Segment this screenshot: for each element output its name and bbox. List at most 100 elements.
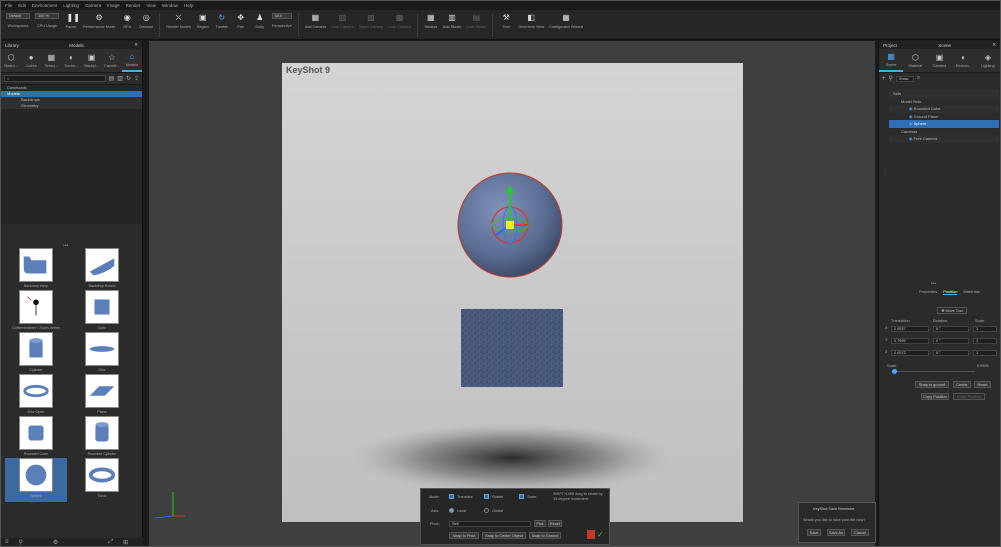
- menu-item-image[interactable]: Image: [107, 3, 120, 8]
- ribbon-button-denoise[interactable]: ◎ Denoise: [138, 13, 154, 39]
- tab-camera[interactable]: ▣ Camera: [927, 49, 951, 72]
- ribbon-button-reset-camera[interactable]: ▨ Reset Camera: [358, 13, 384, 39]
- model-thumb-rcube[interactable]: Rounded Cube: [5, 416, 67, 460]
- model-thumb-ring[interactable]: Disc Open: [5, 374, 67, 418]
- tab-scene[interactable]: ▦ Scene: [879, 49, 904, 72]
- ribbon-button-studios[interactable]: ▦ Studios: [423, 13, 439, 39]
- link-icon[interactable]: ⚲: [19, 539, 23, 546]
- workspace-dropdown[interactable]: Default: [6, 13, 30, 19]
- menu-item-lighting[interactable]: Lighting: [63, 3, 79, 8]
- rotate-checkbox[interactable]: [484, 494, 489, 499]
- grid-size-icon[interactable]: ⊞: [123, 539, 128, 546]
- model-thumb-cube[interactable]: Cube: [71, 290, 133, 334]
- ribbon-button-add-studio[interactable]: ▥ Add Studio: [442, 13, 463, 39]
- show-filter-dropdown[interactable]: Show: [895, 75, 914, 82]
- tab-colors[interactable]: ● Colors: [21, 49, 41, 72]
- ribbon-button-render-nodes[interactable]: ⛌ Render Nodes: [165, 13, 191, 39]
- tab-lighting[interactable]: ◈ Lighting: [976, 49, 1000, 72]
- menu-item-render[interactable]: Render: [126, 3, 141, 8]
- subtab-materials[interactable]: Materials: [963, 289, 979, 295]
- scale-checkbox[interactable]: [519, 494, 524, 499]
- scale-slider-thumb[interactable]: [892, 369, 897, 374]
- subtab-properties[interactable]: Properties: [919, 289, 937, 295]
- translation-z-input[interactable]: 0.0072: [891, 350, 929, 356]
- scene-tree-item[interactable]: Model Sets: [889, 97, 999, 105]
- save-as-button[interactable]: Save As: [827, 529, 845, 536]
- close-icon[interactable]: ✕: [992, 42, 996, 48]
- model-thumb-backdrop-round[interactable]: Backdrop Round: [71, 248, 133, 292]
- close-icon[interactable]: ✕: [134, 42, 138, 48]
- snap-to-pivot-button[interactable]: Snap to Pivot: [449, 532, 479, 539]
- ribbon-button-tumble[interactable]: ↻ Tumble: [214, 13, 230, 39]
- panel-collapse-handle[interactable]: ⋮: [883, 169, 888, 175]
- rotation-y-input[interactable]: 0 °: [933, 338, 969, 344]
- reset-position-button[interactable]: Reset: [974, 381, 991, 388]
- model-thumb-cylinder[interactable]: Cylinder: [5, 332, 67, 376]
- menu-item-window[interactable]: Window: [162, 3, 178, 8]
- move-tool-button[interactable]: ✥ Move Tool: [937, 307, 967, 314]
- translation-y-input[interactable]: 0.7995: [891, 338, 929, 344]
- refresh-icon[interactable]: ↻: [126, 75, 131, 82]
- center-button[interactable]: Center: [953, 381, 971, 388]
- folder-tree-item[interactable]: Geometry: [1, 103, 142, 109]
- tab-environ[interactable]: ◐ Environ...: [952, 49, 976, 72]
- scene-tree-item[interactable]: ◉ Ground Plane: [889, 112, 999, 120]
- library-search-input[interactable]: ⌕: [4, 75, 106, 82]
- menu-item-edit[interactable]: Edit: [18, 3, 26, 8]
- pivot-field[interactable]: Self: [449, 521, 531, 527]
- ribbon-button-pause[interactable]: ❚❚ Pause: [63, 13, 80, 39]
- fps-field[interactable]: 40.0: [271, 13, 292, 19]
- copy-position-button[interactable]: Copy Position: [921, 393, 949, 400]
- cancel-button[interactable]: Cancel: [851, 529, 869, 536]
- ribbon-button-add-camera[interactable]: ▦ Add Camera: [304, 13, 327, 39]
- model-thumb-rcyl[interactable]: Rounded Cylinder: [71, 416, 133, 460]
- ribbon-button-geometry-view[interactable]: ◧ Geometry View: [517, 13, 545, 39]
- translate-checkbox[interactable]: [449, 494, 454, 499]
- ribbon-button-performance-mode[interactable]: ⚙ Performance Mode: [82, 13, 116, 39]
- cancel-icon[interactable]: [587, 530, 595, 539]
- model-thumb-plane[interactable]: Plane: [71, 374, 133, 418]
- render-canvas[interactable]: [282, 63, 743, 522]
- ribbon-button-gpu[interactable]: ◉ GPU: [119, 13, 135, 39]
- import-icon[interactable]: ▤: [109, 75, 115, 82]
- tab-enviro[interactable]: ◐ Enviro...: [61, 49, 81, 72]
- add-icon[interactable]: +: [882, 76, 886, 82]
- scale-z-input[interactable]: 1: [973, 350, 997, 356]
- ribbon-button-region[interactable]: ▣ Region: [195, 13, 211, 39]
- tab-textur[interactable]: ▦ Textur...: [41, 49, 61, 72]
- settings-icon[interactable]: ⚙: [53, 539, 58, 546]
- menu-item-camera[interactable]: Camera: [85, 3, 101, 8]
- cpu-usage-dropdown[interactable]: 100 %: [35, 13, 59, 19]
- ribbon-button-lock-camera[interactable]: ▧ Lock Camera: [330, 13, 355, 39]
- scene-tree-item[interactable]: ◉ Free Camera: [889, 135, 999, 143]
- menu-item-help[interactable]: Help: [184, 3, 193, 8]
- local-radio[interactable]: [449, 508, 454, 513]
- scene-tree-item[interactable]: Cameras: [889, 127, 999, 135]
- model-thumb-torus[interactable]: Torus: [71, 458, 133, 502]
- model-thumb-point[interactable]: Coffeerenderer / Zoom-Vertex: [5, 290, 67, 334]
- snap-to-ground-button[interactable]: Snap to ground: [915, 381, 949, 388]
- ribbon-button-lock-camera[interactable]: ▩ Lock Camera: [387, 13, 412, 39]
- ribbon-button-dolly[interactable]: ♟ Dolly: [252, 13, 268, 39]
- ribbon-button-tool[interactable]: ⚒ Tool: [498, 13, 514, 39]
- rotation-x-input[interactable]: 0 °: [933, 326, 969, 332]
- rotation-z-input[interactable]: 0 °: [933, 350, 969, 356]
- save-button[interactable]: Save: [807, 529, 821, 536]
- zoom-slider-icon[interactable]: ⤢: [108, 539, 113, 546]
- tab-material[interactable]: ⬡ Material: [903, 49, 927, 72]
- model-thumb-disc[interactable]: Disc: [71, 332, 133, 376]
- filter-icon[interactable]: ⚲: [889, 75, 893, 82]
- pick-button[interactable]: Pick: [534, 520, 546, 527]
- splitter-handle[interactable]: •••: [931, 281, 936, 287]
- tab-models[interactable]: ⌂ Models: [121, 49, 142, 72]
- subtab-position[interactable]: Position: [943, 289, 958, 295]
- scale-x-input[interactable]: 1: [973, 326, 997, 332]
- tab-backpl[interactable]: ▣ Backpl...: [82, 49, 102, 72]
- upload-icon[interactable]: ⇪: [134, 75, 139, 82]
- scale-slider-track[interactable]: [893, 371, 975, 372]
- model-thumb-backdrop[interactable]: Backdrop Hshp: [5, 248, 67, 292]
- list-icon[interactable]: ≡: [5, 539, 9, 545]
- menu-item-view[interactable]: View: [146, 3, 156, 8]
- ribbon-button-lock-studio[interactable]: ▤ Lock Studio: [465, 13, 487, 39]
- menu-item-environment[interactable]: Environment: [32, 3, 57, 8]
